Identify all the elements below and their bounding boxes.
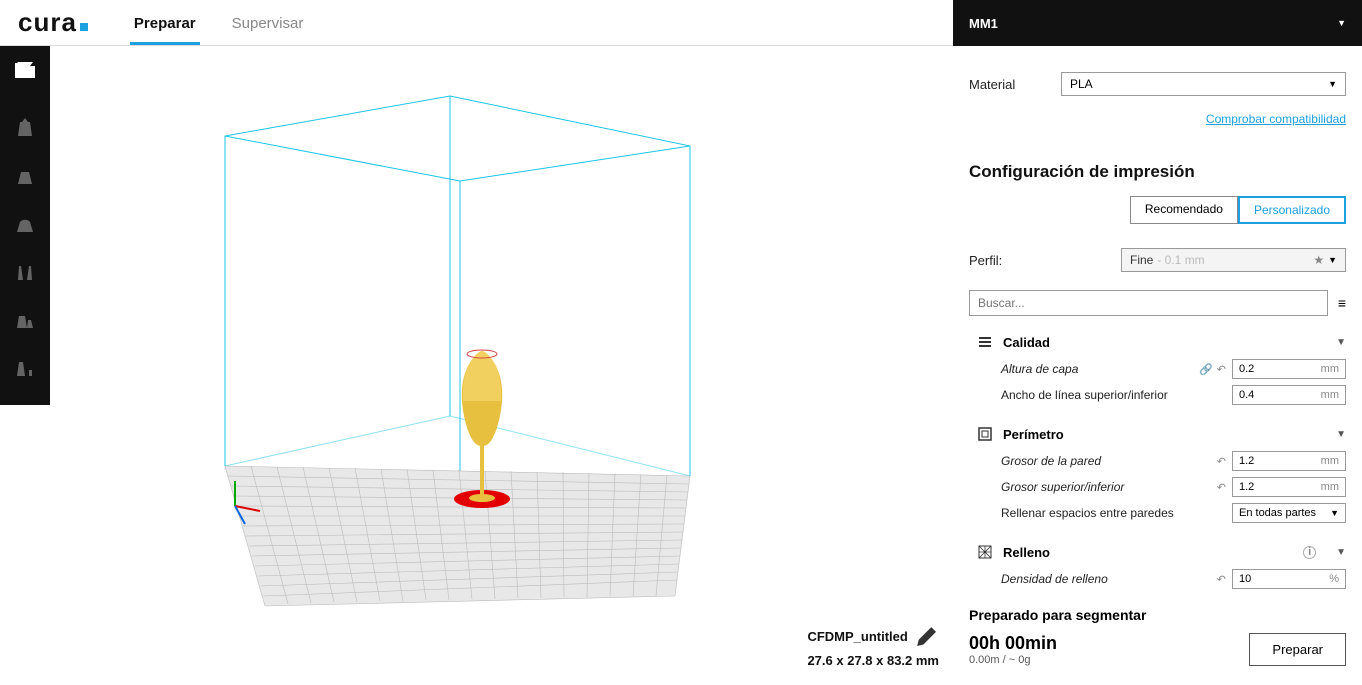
material-value: PLA xyxy=(1070,77,1093,91)
mode-segmented: Recomendado Personalizado xyxy=(969,196,1346,224)
custom-button[interactable]: Personalizado xyxy=(1238,196,1346,224)
chevron-down-icon: ▼ xyxy=(1336,547,1346,558)
prepare-button[interactable]: Preparar xyxy=(1249,633,1346,666)
search-input[interactable] xyxy=(969,290,1328,316)
main-tabs: Preparar Supervisar xyxy=(130,1,307,45)
printer-select[interactable]: MM1 ▼ xyxy=(953,0,1362,46)
model-info: CFDMP_untitled 27.6 x 27.8 x 83.2 mm xyxy=(807,624,939,668)
profile-detail: - 0.1 mm xyxy=(1157,253,1204,267)
infill-icon xyxy=(977,544,993,560)
star-icon: ★ xyxy=(1313,253,1324,267)
chevron-down-icon: ▼ xyxy=(1337,18,1346,28)
info-icon[interactable]: i xyxy=(1303,546,1316,559)
profile-label: Perfil: xyxy=(969,253,1002,268)
quality-label: Calidad xyxy=(1003,335,1050,350)
material-label: Material xyxy=(969,77,1061,92)
print-time: 00h 00min xyxy=(969,633,1057,654)
infill-density-label: Densidad de relleno xyxy=(1001,572,1217,586)
tab-prepare[interactable]: Preparar xyxy=(130,1,200,45)
3d-viewport[interactable]: CFDMP_untitled 27.6 x 27.8 x 83.2 mm xyxy=(50,46,953,680)
rotate-tool[interactable] xyxy=(0,200,50,248)
infill-group-header[interactable]: Relleno i ▼ xyxy=(977,538,1346,566)
left-toolbar xyxy=(0,46,50,405)
chevron-down-icon: ▼ xyxy=(1336,337,1346,348)
app-logo: cura xyxy=(0,7,106,38)
profile-name: Fine xyxy=(1130,253,1153,267)
print-settings-title: Configuración de impresión xyxy=(969,162,1346,182)
infill-label: Relleno xyxy=(1003,545,1050,560)
scale-tool[interactable] xyxy=(0,152,50,200)
per-model-tool[interactable] xyxy=(0,296,50,344)
chevron-down-icon: ▼ xyxy=(1336,429,1346,440)
tb-thickness-input[interactable]: 1.2mm xyxy=(1232,477,1346,497)
settings-panel: Material PLA ▼ Comprobar compatibilidad … xyxy=(953,46,1362,680)
top-bar: cura Preparar Supervisar Vista de sólido… xyxy=(0,0,1362,46)
reset-icon[interactable]: ↶ xyxy=(1217,573,1226,586)
chevron-down-icon: ▼ xyxy=(1328,79,1337,89)
wall-thickness-label: Grosor de la pared xyxy=(1001,454,1217,468)
wall-thickness-input[interactable]: 1.2mm xyxy=(1232,451,1346,471)
infill-density-input[interactable]: 10% xyxy=(1232,569,1346,589)
layer-height-label: Altura de capa xyxy=(1001,362,1199,376)
shell-group-header[interactable]: Perímetro ▼ xyxy=(977,420,1346,448)
reset-icon[interactable]: ↶ xyxy=(1217,363,1226,376)
model-name: CFDMP_untitled xyxy=(807,629,907,644)
fill-gaps-label: Rellenar espacios entre paredes xyxy=(1001,506,1232,520)
reset-icon[interactable]: ↶ xyxy=(1217,481,1226,494)
chevron-down-icon: ▼ xyxy=(1330,508,1339,518)
compatibility-link[interactable]: Comprobar compatibilidad xyxy=(1206,112,1346,126)
menu-icon[interactable]: ≡ xyxy=(1338,295,1346,311)
reset-icon[interactable]: ↶ xyxy=(1217,455,1226,468)
link-icon[interactable]: 🔗 xyxy=(1199,363,1213,376)
layer-height-input[interactable]: 0.2mm xyxy=(1232,359,1346,379)
ready-text: Preparado para segmentar xyxy=(969,607,1346,623)
quality-group-header[interactable]: Calidad ▼ xyxy=(977,328,1346,356)
chevron-down-icon: ▼ xyxy=(1328,255,1337,265)
mirror-tool[interactable] xyxy=(0,248,50,296)
move-tool[interactable] xyxy=(0,104,50,152)
recommended-button[interactable]: Recomendado xyxy=(1130,196,1238,224)
tab-monitor[interactable]: Supervisar xyxy=(228,1,308,45)
shell-icon xyxy=(977,426,993,442)
fill-gaps-select[interactable]: En todas partes▼ xyxy=(1232,503,1346,523)
edit-icon[interactable] xyxy=(914,624,939,649)
model-dimensions: 27.6 x 27.8 x 83.2 mm xyxy=(807,653,939,668)
line-width-input[interactable]: 0.4mm xyxy=(1232,385,1346,405)
printer-name: MM1 xyxy=(969,16,998,31)
open-file-button[interactable] xyxy=(0,46,50,94)
material-select[interactable]: PLA ▼ xyxy=(1061,72,1346,96)
support-tool[interactable] xyxy=(0,344,50,392)
quality-icon xyxy=(977,334,993,350)
profile-select[interactable]: Fine - 0.1 mm ★ ▼ xyxy=(1121,248,1346,272)
tb-thickness-label: Grosor superior/inferior xyxy=(1001,480,1217,494)
shell-label: Perímetro xyxy=(1003,427,1064,442)
print-length: 0.00m / ~ 0g xyxy=(969,654,1057,666)
line-width-label: Ancho de línea superior/inferior xyxy=(1001,388,1232,402)
